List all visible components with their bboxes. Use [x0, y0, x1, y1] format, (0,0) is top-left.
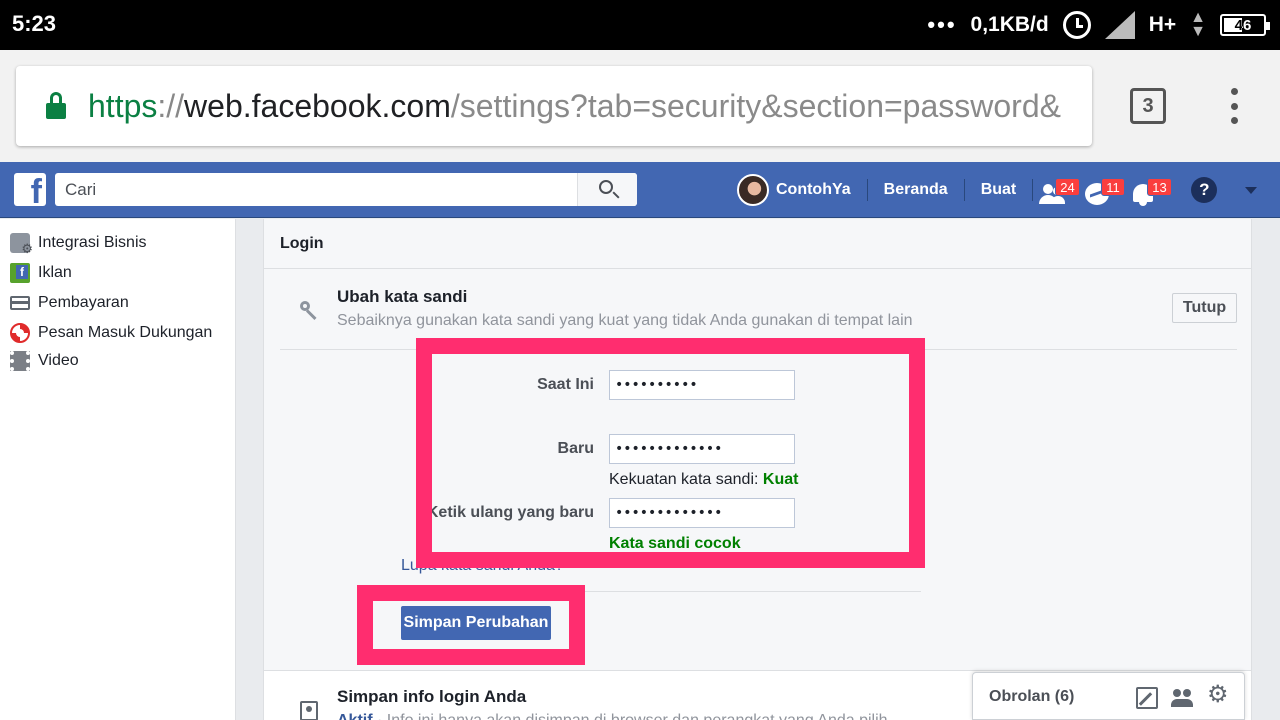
sidebar-item-label: Iklan [38, 264, 72, 281]
friend-requests-badge: 24 [1055, 178, 1080, 196]
highlight-box-save [357, 585, 585, 665]
battery-level: 46 [1234, 16, 1252, 34]
key-icon [300, 301, 317, 321]
facebook-header: f ContohYa Beranda Buat 24 11 13 ? [0, 162, 1280, 218]
tab-switcher-button[interactable]: 3 [1130, 88, 1166, 124]
sidebar-item-support-inbox[interactable]: Pesan Masuk Dukungan [10, 322, 212, 344]
save-login-info-title: Simpan info login Anda [337, 687, 527, 706]
facebook-logo-icon[interactable]: f [14, 173, 46, 206]
payment-card-icon [10, 296, 30, 310]
sidebar-item-label: Pembayaran [38, 294, 129, 311]
section-title: Login [280, 235, 324, 252]
lifebuoy-icon [10, 323, 30, 343]
settings-panel: Login Ubah kata sandi Sebaiknya gunakan … [263, 219, 1252, 720]
gear-icon[interactable]: ⚙ [1207, 683, 1229, 707]
url-text[interactable]: https://web.facebook.com/settings?tab=se… [88, 86, 1061, 126]
sidebar-item-payments[interactable]: Pembayaran [10, 292, 129, 314]
status-indicators: ••• 0,1KB/d H+ ▲ ▼ 46 [927, 8, 1270, 42]
profile-link[interactable]: ContohYa [769, 178, 867, 202]
sidebar-item-business-integrations[interactable]: Integrasi Bisnis [10, 232, 147, 257]
avatar[interactable] [737, 174, 769, 206]
save-login-info-description: · Info ini hanya akan disimpan di browse… [373, 712, 888, 720]
sidebar-item-video[interactable]: Video [10, 350, 79, 372]
sidebar-item-label: Pesan Masuk Dukungan [38, 324, 213, 341]
save-login-info-subtitle: Aktif · Info ini hanya akan disimpan di … [337, 712, 888, 720]
highlight-box-fields [416, 338, 925, 568]
signal-icon [1104, 11, 1135, 39]
business-integrations-icon [10, 233, 33, 257]
search-box [55, 173, 637, 206]
chat-sidebar-tab[interactable]: Obrolan (6) ⚙ [972, 672, 1245, 720]
search-button[interactable] [577, 173, 637, 206]
id-card-icon [300, 701, 318, 720]
url-separator: :// [157, 88, 185, 124]
more-notifications-icon: ••• [927, 12, 957, 37]
login-section-header: Login [264, 219, 1251, 269]
close-button[interactable]: Tutup [1172, 293, 1237, 323]
settings-sidebar: Integrasi Bisnis Iklan Pembayaran Pesan … [0, 219, 236, 720]
account-menu-caret-icon[interactable] [1245, 186, 1258, 194]
create-link[interactable]: Buat [965, 178, 1033, 202]
film-icon [10, 351, 30, 371]
change-password-subtitle: Sebaiknya gunakan kata sandi yang kuat y… [337, 312, 913, 329]
messenger-icon[interactable]: 11 [1079, 170, 1125, 210]
status-bar: 5:23 ••• 0,1KB/d H+ ▲ ▼ 46 [0, 0, 1280, 50]
lock-icon[interactable] [46, 92, 66, 120]
search-icon [599, 180, 613, 194]
network-speed: 0,1KB/d [970, 13, 1049, 36]
help-icon[interactable]: ? [1191, 177, 1218, 203]
data-activity-icon: ▲ ▼ [1190, 9, 1206, 40]
save-login-info-status: Aktif [337, 712, 373, 720]
create-group-icon[interactable] [1171, 687, 1193, 709]
search-input[interactable] [55, 173, 577, 206]
alarm-icon [1062, 11, 1091, 39]
new-message-icon[interactable] [1136, 687, 1158, 709]
network-type: H+ [1148, 13, 1177, 36]
ads-icon [10, 263, 30, 283]
change-password-title: Ubah kata sandi [337, 287, 468, 306]
address-bar[interactable]: https://web.facebook.com/settings?tab=se… [16, 66, 1092, 146]
sidebar-item-label: Integrasi Bisnis [38, 234, 147, 251]
browser-toolbar: https://web.facebook.com/settings?tab=se… [0, 50, 1280, 162]
url-path: /settings?tab=security&section=password& [450, 88, 1061, 124]
browser-menu-icon[interactable] [1228, 88, 1240, 124]
sidebar-item-label: Video [38, 352, 79, 369]
notifications-icon[interactable]: 13 [1125, 170, 1172, 210]
header-nav: ContohYa Beranda Buat 24 11 13 ? [737, 162, 1258, 218]
battery-icon: 46 [1220, 14, 1270, 36]
chat-label: Obrolan (6) [989, 688, 1075, 705]
sidebar-item-ads[interactable]: Iklan [10, 262, 72, 284]
notifications-badge: 13 [1147, 178, 1172, 196]
url-host: web.facebook.com [184, 88, 451, 124]
url-scheme: https [88, 88, 158, 124]
status-time: 5:23 [12, 11, 57, 36]
messages-badge: 11 [1101, 178, 1125, 196]
home-link[interactable]: Beranda [868, 178, 964, 202]
friend-requests-icon[interactable]: 24 [1033, 170, 1080, 210]
